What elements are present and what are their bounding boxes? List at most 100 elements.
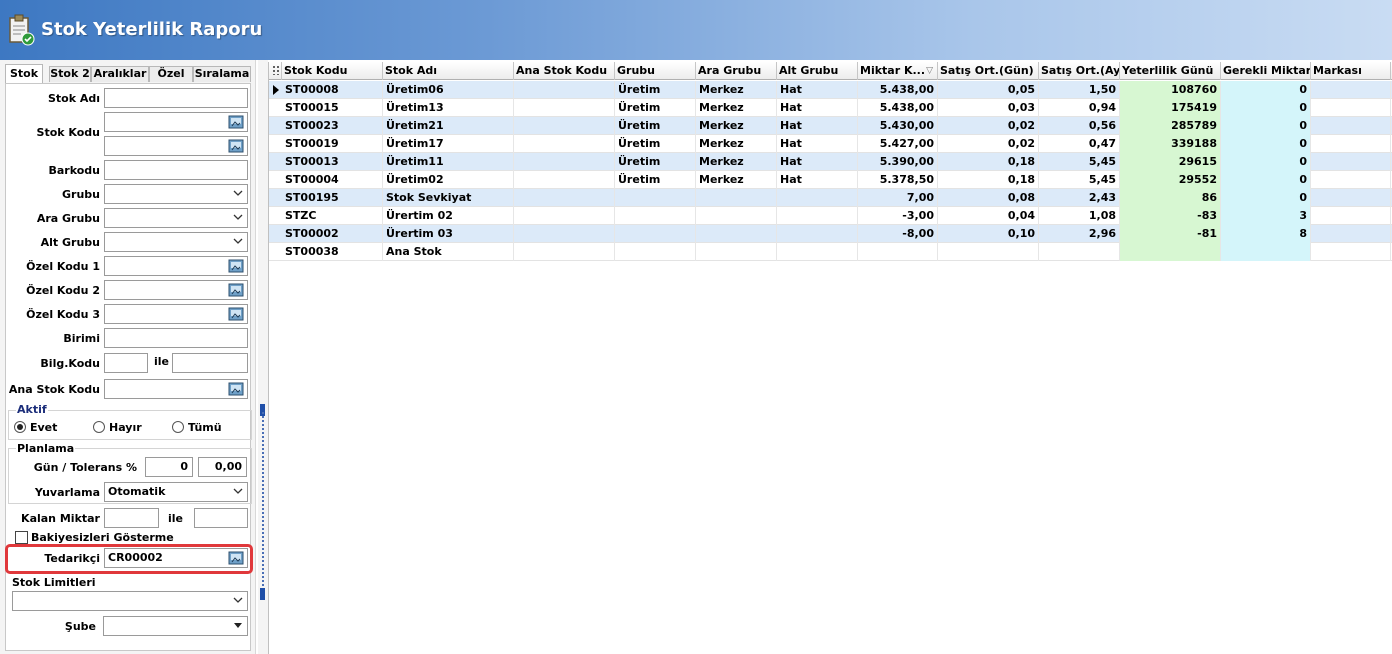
cell-yeterlilik-gunu[interactable]: 339188 [1120,135,1221,153]
cell-grubu[interactable] [615,189,696,207]
cell-yeterlilik-gunu[interactable]: 175419 [1120,99,1221,117]
lookup-icon[interactable] [228,115,244,129]
stok-limitleri-select[interactable] [12,591,248,611]
cell-ara-grubu[interactable]: Merkez [696,99,777,117]
cell-ana-stok-kodu[interactable] [514,117,615,135]
cell-ara-grubu[interactable] [696,207,777,225]
cell-gerekli-miktar[interactable]: 0 [1221,99,1311,117]
stok-kodu-to-input[interactable] [104,136,248,156]
lookup-icon[interactable] [228,551,244,565]
cell-stok-adi[interactable]: Ürertim 03 [383,225,514,243]
table-row[interactable]: ST00038 Ana Stok [269,243,1392,261]
cell-gerekli-miktar[interactable]: 0 [1221,171,1311,189]
table-row[interactable]: ST00023 Üretim21 Üretim Merkez Hat 5.430,00 0,… [269,117,1392,135]
cell-satis-ort-ay[interactable]: 5,45 [1039,153,1120,171]
tab-araliklar[interactable]: Aralıklar [91,66,149,82]
ozel-kodu-1-input[interactable] [104,256,248,276]
cell-grubu[interactable]: Üretim [615,135,696,153]
cell-miktar[interactable]: 5.438,00 [858,81,938,99]
cell-alt-grubu[interactable] [777,207,858,225]
ozel-kodu-2-input[interactable] [104,280,248,300]
table-row[interactable]: STZC Ürertim 02 -3,00 0,04 1,08 -83 3 [269,207,1392,225]
cell-ara-grubu[interactable] [696,225,777,243]
cell-gerekli-miktar[interactable]: 0 [1221,81,1311,99]
aktif-hayir-radio[interactable]: Hayır [93,421,142,434]
stok-adi-input[interactable] [104,88,248,108]
cell-ana-stok-kodu[interactable] [514,171,615,189]
grubu-select[interactable] [104,184,248,204]
cell-stok-kodu[interactable]: ST00023 [282,117,383,135]
table-row[interactable]: ST00004 Üretim02 Üretim Merkez Hat 5.378,50 0,… [269,171,1392,189]
table-row[interactable]: ST00002 Ürertim 03 -8,00 0,10 2,96 -81 8 [269,225,1392,243]
cell-ara-grubu[interactable]: Merkez [696,153,777,171]
table-row[interactable]: ST00008 Üretim06 Üretim Merkez Hat 5.438,00 0,… [269,81,1392,99]
cell-satis-ort-ay[interactable]: 0,56 [1039,117,1120,135]
cell-satis-ort-gun[interactable]: 0,08 [938,189,1039,207]
cell-satis-ort-gun[interactable]: 0,02 [938,117,1039,135]
cell-markasi[interactable] [1311,243,1391,261]
cell-ana-stok-kodu[interactable] [514,225,615,243]
cell-alt-grubu[interactable] [777,189,858,207]
cell-satis-ort-ay[interactable]: 1,08 [1039,207,1120,225]
cell-alt-grubu[interactable]: Hat [777,99,858,117]
cell-alt-grubu[interactable] [777,243,858,261]
cell-ana-stok-kodu[interactable] [514,189,615,207]
cell-grubu[interactable]: Üretim [615,153,696,171]
cell-satis-ort-ay[interactable]: 2,96 [1039,225,1120,243]
cell-ara-grubu[interactable]: Merkez [696,117,777,135]
lookup-icon[interactable] [228,259,244,273]
cell-gerekli-miktar[interactable] [1221,243,1311,261]
cell-stok-adi[interactable]: Üretim21 [383,117,514,135]
cell-stok-adi[interactable]: Stok Sevkiyat [383,189,514,207]
tedarikci-input[interactable]: CR00002 [104,548,248,568]
cell-alt-grubu[interactable]: Hat [777,171,858,189]
cell-stok-kodu[interactable]: ST00013 [282,153,383,171]
panel-splitter[interactable] [258,60,268,654]
table-row[interactable]: ST00019 Üretim17 Üretim Merkez Hat 5.427,00 0,… [269,135,1392,153]
cell-yeterlilik-gunu[interactable]: 108760 [1120,81,1221,99]
cell-satis-ort-gun[interactable]: 0,18 [938,153,1039,171]
ana-stok-kodu-input[interactable] [104,379,248,399]
cell-grubu[interactable]: Üretim [615,171,696,189]
cell-stok-adi[interactable]: Ürertim 02 [383,207,514,225]
cell-markasi[interactable] [1311,99,1391,117]
cell-miktar[interactable]: 5.390,00 [858,153,938,171]
collapse-handle-bottom[interactable] [260,588,265,600]
cell-stok-kodu[interactable]: ST00195 [282,189,383,207]
cell-markasi[interactable] [1311,207,1391,225]
cell-stok-kodu[interactable]: ST00019 [282,135,383,153]
aktif-tumu-radio[interactable]: Tümü [172,421,222,434]
cell-satis-ort-gun[interactable]: 0,18 [938,171,1039,189]
cell-ana-stok-kodu[interactable] [514,99,615,117]
ozel-kodu-3-input[interactable] [104,304,248,324]
cell-stok-kodu[interactable]: ST00002 [282,225,383,243]
cell-miktar[interactable]: 5.427,00 [858,135,938,153]
table-row[interactable]: ST00013 Üretim11 Üretim Merkez Hat 5.390,00 0,… [269,153,1392,171]
cell-markasi[interactable] [1311,135,1391,153]
cell-markasi[interactable] [1311,81,1391,99]
cell-satis-ort-gun[interactable] [938,243,1039,261]
column-header-satis-ort-ay[interactable]: Satış Ort.(Ay) [1039,62,1120,80]
cell-grubu[interactable]: Üretim [615,117,696,135]
cell-stok-adi[interactable]: Üretim13 [383,99,514,117]
tab-stok-2[interactable]: Stok 2 [49,66,91,82]
cell-satis-ort-gun[interactable]: 0,03 [938,99,1039,117]
lookup-icon[interactable] [228,307,244,321]
cell-satis-ort-ay[interactable]: 0,47 [1039,135,1120,153]
cell-stok-kodu[interactable]: ST00008 [282,81,383,99]
bilg-kodu-to-input[interactable] [172,353,248,373]
cell-ana-stok-kodu[interactable] [514,153,615,171]
kalan-miktar-from-input[interactable] [104,508,159,528]
cell-gerekli-miktar[interactable]: 0 [1221,189,1311,207]
cell-grubu[interactable] [615,207,696,225]
gun-input[interactable]: 0 [145,457,193,477]
cell-ara-grubu[interactable] [696,243,777,261]
cell-stok-adi[interactable]: Üretim11 [383,153,514,171]
cell-yeterlilik-gunu[interactable]: -81 [1120,225,1221,243]
column-header-ara-grubu[interactable]: Ara Grubu [696,62,777,80]
cell-miktar[interactable]: 5.438,00 [858,99,938,117]
cell-stok-adi[interactable]: Üretim17 [383,135,514,153]
cell-markasi[interactable] [1311,225,1391,243]
column-header-miktar[interactable]: Miktar K... ▽ [858,62,938,80]
column-header-satis-ort-gun[interactable]: Satış Ort.(Gün) [938,62,1039,80]
